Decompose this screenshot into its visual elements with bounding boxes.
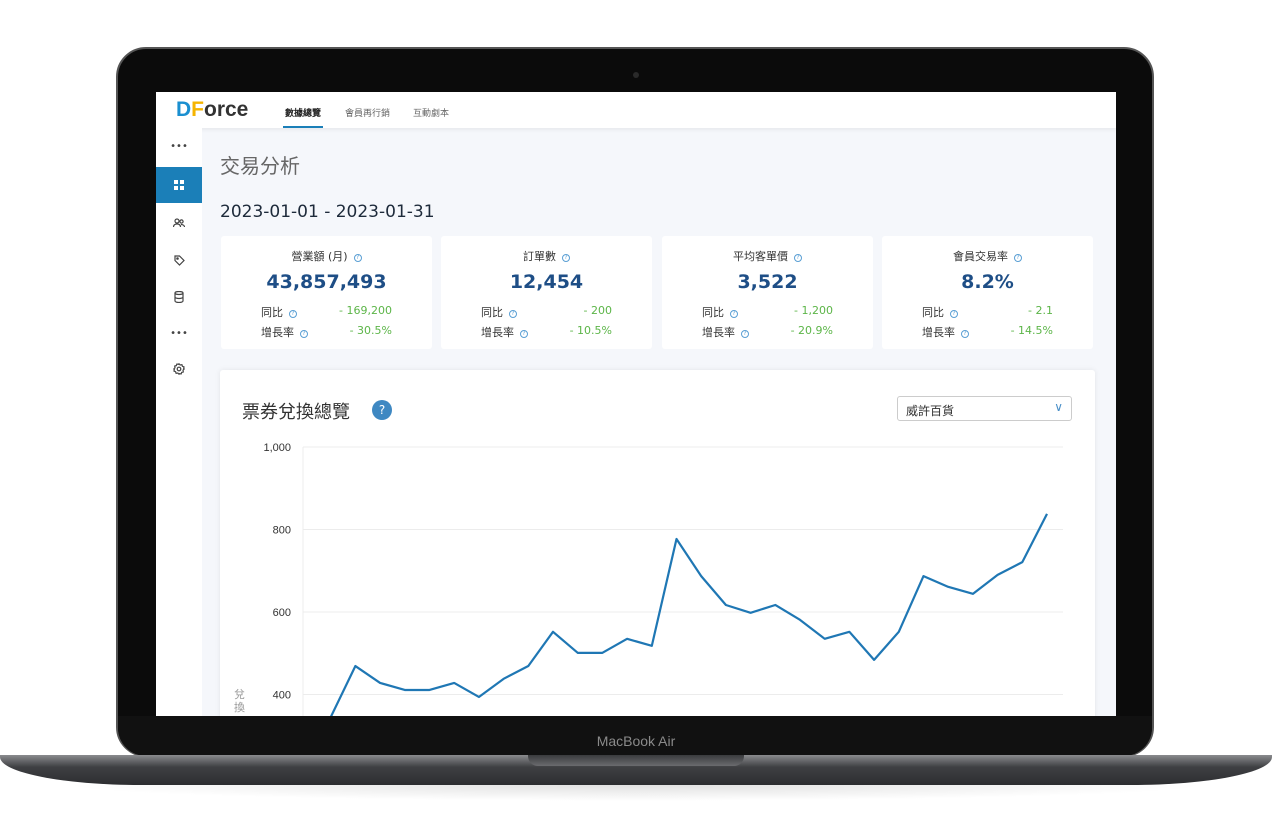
kpi-title: 訂單數? [441,248,652,264]
yoy-value: - 200 [583,304,612,317]
yoy-value: - 169,200 [339,304,392,317]
yoy-label: 同比 [261,306,283,319]
database-icon[interactable] [156,279,202,315]
kpi-growth-row: 增長率? - 30.5% [261,324,392,340]
growth-label: 增長率 [702,326,735,339]
y-tick-label: 800 [273,525,291,537]
users-icon[interactable] [156,205,202,241]
kpi-card: 營業額 (月)? 43,857,493 同比? - 169,200 增長率? - 3… [221,236,432,349]
device-brand: MacBook Air [596,733,676,749]
line-chart: 1,000 800 600 400 [263,442,1063,716]
gear-icon[interactable] [156,351,202,387]
help-icon[interactable]: ? [1014,254,1022,262]
ticket-redemption-card: 票券兌換總覽 ? 威許百貨 ∨ 兌換 1,000 800 600 400 [220,370,1095,716]
growth-value: - 30.5% [349,324,392,337]
tab-remarketing[interactable]: 會員再行銷 [345,106,390,119]
screen: DForce 數據總覽 會員再行銷 互動劇本 ••• ••• 交易分析 2023… [156,92,1116,716]
kpi-value: 43,857,493 [266,271,387,293]
help-icon[interactable]: ? [300,330,308,338]
help-icon[interactable]: ? [353,254,362,262]
more-icon[interactable]: ••• [156,128,202,164]
yoy-value: - 2.1 [1028,304,1053,317]
kpi-yoy-row: 同比? - 200 [481,304,612,320]
more-icon[interactable]: ••• [156,315,202,351]
yoy-value: - 1,200 [794,304,833,317]
sidebar: ••• ••• [156,128,202,716]
help-icon[interactable]: ? [741,330,749,338]
laptop-shadow [60,785,1212,801]
help-icon[interactable]: ? [509,310,517,318]
kpi-title-text: 會員交易率 [953,250,1008,263]
y-tick-label: 600 [273,607,291,619]
date-range: 2023-01-01 - 2023-01-31 [220,202,435,222]
y-tick-label: 400 [273,690,291,702]
kpi-title: 營業額 (月)? [221,248,432,264]
kpi-card: 平均客單價? 3,522 同比? - 1,200 增長率? - 20.9% [662,236,873,349]
kpi-title-text: 訂單數 [523,250,556,263]
logo[interactable]: DForce [176,98,248,122]
help-icon[interactable]: ? [730,310,738,318]
help-icon[interactable]: ? [794,254,802,262]
kpi-title-text: 平均客單價 [733,250,788,263]
kpi-growth-row: 增長率? - 14.5% [922,324,1053,340]
top-nav: DForce 數據總覽 會員再行銷 互動劇本 [156,92,1116,128]
kpi-card: 訂單數? 12,454 同比? - 200 增長率? - 10.5% [441,236,652,349]
kpi-growth-row: 增長率? - 10.5% [481,324,612,340]
help-icon[interactable]: ? [950,310,958,318]
page-title: 交易分析 [220,154,300,178]
kpi-card: 會員交易率? 8.2% 同比? - 2.1 增長率? - 14.5% [882,236,1093,349]
dashboard-icon[interactable] [156,167,202,203]
y-tick-label: 1,000 [263,442,291,454]
kpi-growth-row: 增長率? - 20.9% [702,324,833,340]
tag-icon[interactable] [156,242,202,278]
yoy-label: 同比 [922,306,944,319]
laptop-notch [528,755,744,766]
kpi-title-text: 營業額 (月) [291,250,348,263]
help-icon[interactable]: ? [520,330,528,338]
kpi-yoy-row: 同比? - 2.1 [922,304,1053,320]
kpi-value: 12,454 [509,271,584,293]
kpi-title: 會員交易率? [882,248,1093,264]
growth-label: 增長率 [922,326,955,339]
growth-value: - 10.5% [569,324,612,337]
yoy-label: 同比 [481,306,503,319]
tab-overview[interactable]: 數據總覽 [282,106,324,128]
growth-label: 增長率 [261,326,294,339]
camera [633,72,639,78]
kpi-yoy-row: 同比? - 169,200 [261,304,392,320]
tab-scripts[interactable]: 互動劇本 [413,106,449,119]
help-icon[interactable]: ? [961,330,969,338]
help-icon[interactable]: ? [562,254,570,262]
kpi-value: 8.2% [961,271,1014,293]
kpi-title: 平均客單價? [662,248,873,264]
growth-value: - 14.5% [1010,324,1053,337]
kpi-yoy-row: 同比? - 1,200 [702,304,833,320]
kpi-value: 3,522 [737,271,798,293]
series-line [330,513,1048,716]
growth-label: 增長率 [481,326,514,339]
help-icon[interactable]: ? [289,310,297,318]
growth-value: - 20.9% [790,324,833,337]
yoy-label: 同比 [702,306,724,319]
